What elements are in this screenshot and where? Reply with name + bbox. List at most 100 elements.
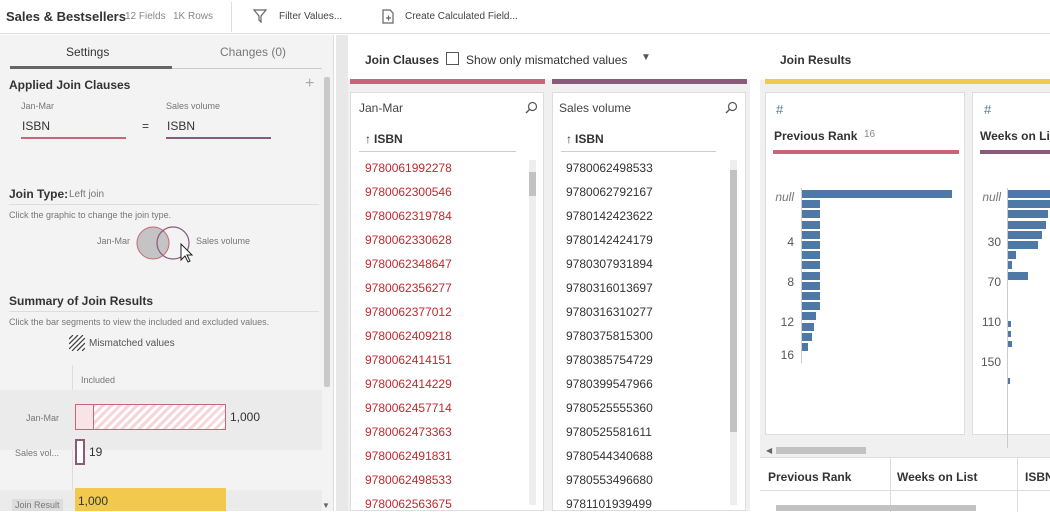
right-column-table: Sales volume bbox=[559, 101, 632, 115]
right-join-field[interactable]: ISBN bbox=[167, 119, 195, 133]
right-value-item[interactable]: 9780316013697 bbox=[566, 281, 653, 295]
histogram-bar[interactable] bbox=[1008, 210, 1048, 219]
right-value-item[interactable]: 9780525581611 bbox=[566, 425, 652, 439]
scroll-down-icon[interactable]: ▼ bbox=[322, 501, 330, 510]
profile-horizontal-scrollbar[interactable] bbox=[776, 447, 866, 454]
left-value-item[interactable]: 9780062414229 bbox=[365, 377, 452, 391]
left-value-item[interactable]: 9780062319784 bbox=[365, 209, 452, 223]
settings-scrollbar[interactable] bbox=[324, 77, 330, 387]
left-value-item[interactable]: 9780062491831 bbox=[365, 449, 452, 463]
number-type-icon[interactable]: # bbox=[984, 102, 991, 117]
left-value-item[interactable]: 9780062457714 bbox=[365, 401, 452, 415]
search-icon[interactable] bbox=[525, 101, 538, 114]
histogram-bar[interactable] bbox=[802, 241, 820, 249]
add-clause-icon[interactable]: + bbox=[305, 75, 314, 93]
right-field-underline bbox=[166, 137, 271, 139]
create-calculated-field-button[interactable]: Create Calculated Field... bbox=[405, 11, 518, 22]
sales-volume-bar[interactable] bbox=[75, 439, 85, 465]
search-icon[interactable] bbox=[725, 101, 738, 114]
histogram-bar[interactable] bbox=[802, 322, 814, 331]
histogram-bar[interactable] bbox=[802, 292, 820, 300]
histogram-bar[interactable] bbox=[1008, 200, 1050, 209]
right-column-scrollbar[interactable] bbox=[730, 160, 737, 505]
mismatched-checkbox-label[interactable]: Show only mismatched values bbox=[466, 53, 627, 67]
grid-horizontal-scrollbar[interactable] bbox=[776, 505, 976, 511]
histogram-bar[interactable] bbox=[1008, 341, 1012, 347]
histogram-bar[interactable] bbox=[1008, 321, 1011, 327]
left-column-table: Jan-Mar bbox=[359, 101, 404, 115]
right-value-item[interactable]: 9781101939499 bbox=[566, 497, 652, 511]
histogram-bar[interactable] bbox=[1008, 230, 1042, 239]
axis-tick: 16 bbox=[780, 348, 794, 362]
sort-ascending-icon[interactable]: ↑ bbox=[566, 132, 572, 146]
grid-header[interactable]: ISBN bbox=[1025, 470, 1050, 484]
left-column-scrollbar[interactable] bbox=[529, 160, 536, 505]
histogram-bar[interactable] bbox=[802, 332, 812, 341]
jan-mar-bar[interactable] bbox=[75, 404, 226, 430]
left-value-item[interactable]: 9780061992278 bbox=[365, 161, 452, 175]
axis-tick: 4 bbox=[787, 235, 794, 249]
histogram-bar[interactable] bbox=[1008, 378, 1010, 384]
jan-mar-included-segment[interactable] bbox=[76, 405, 94, 429]
left-value-item[interactable]: 9780062414151 bbox=[365, 353, 452, 367]
histogram-bar[interactable] bbox=[802, 230, 820, 239]
right-value-item[interactable]: 9780062792167 bbox=[566, 185, 653, 199]
tab-changes[interactable]: Changes (0) bbox=[220, 45, 286, 59]
left-value-item[interactable]: 9780062409218 bbox=[365, 329, 452, 343]
left-value-item[interactable]: 9780062356277 bbox=[365, 281, 452, 295]
grid-header[interactable]: Previous Rank bbox=[768, 470, 851, 484]
right-value-item[interactable]: 9780316310277 bbox=[566, 305, 653, 319]
histogram-bar[interactable] bbox=[802, 210, 820, 219]
histogram-bar[interactable] bbox=[802, 302, 820, 311]
mismatched-checkbox[interactable] bbox=[446, 52, 459, 65]
field-name[interactable]: Previous Rank bbox=[774, 129, 857, 143]
right-value-item[interactable]: 9780142424179 bbox=[566, 233, 653, 247]
left-value-item[interactable]: 9780062348647 bbox=[365, 257, 452, 271]
left-join-field[interactable]: ISBN bbox=[22, 119, 50, 133]
histogram-bar[interactable] bbox=[802, 220, 820, 229]
histogram-bar[interactable] bbox=[1008, 190, 1050, 198]
right-value-item[interactable]: 9780385754729 bbox=[566, 353, 653, 367]
histogram-bar[interactable] bbox=[802, 281, 820, 290]
right-value-item[interactable]: 9780062498533 bbox=[566, 161, 653, 175]
left-value-item[interactable]: 9780062498533 bbox=[365, 473, 452, 487]
join-type-venn-diagram[interactable] bbox=[134, 224, 196, 264]
histogram-bar[interactable] bbox=[802, 200, 820, 209]
right-value-item[interactable]: 9780399547966 bbox=[566, 377, 653, 391]
histogram-bar[interactable] bbox=[1008, 271, 1028, 280]
right-value-item[interactable]: 9780525555360 bbox=[566, 401, 653, 415]
histogram-bar[interactable] bbox=[1008, 220, 1046, 229]
join-operator[interactable]: = bbox=[142, 119, 149, 133]
right-value-item[interactable]: 9780307931894 bbox=[566, 257, 653, 271]
profile-card-previous-rank[interactable]: # Previous Rank 16 null 4 8 12 16 bbox=[765, 92, 965, 435]
right-value-item[interactable]: 9780142423622 bbox=[566, 209, 653, 223]
left-value-item[interactable]: 9780062473363 bbox=[365, 425, 452, 439]
left-value-item[interactable]: 9780062563675 bbox=[365, 497, 452, 511]
histogram-bar[interactable] bbox=[802, 190, 952, 198]
right-value-item[interactable]: 9780553496680 bbox=[566, 473, 653, 487]
chevron-down-icon[interactable]: ▼ bbox=[641, 52, 651, 63]
tab-settings[interactable]: Settings bbox=[66, 45, 109, 59]
histogram-bar[interactable] bbox=[802, 271, 820, 280]
left-value-item[interactable]: 9780062377012 bbox=[365, 305, 452, 319]
grid-header[interactable]: Weeks on List bbox=[897, 470, 977, 484]
histogram-bar[interactable] bbox=[802, 312, 816, 321]
histogram-bar[interactable] bbox=[1008, 241, 1038, 249]
sort-ascending-icon[interactable]: ↑ bbox=[365, 132, 371, 146]
right-value-item[interactable]: 9780544340688 bbox=[566, 449, 653, 463]
left-value-item[interactable]: 9780062300546 bbox=[365, 185, 452, 199]
row-count: 1K Rows bbox=[173, 11, 214, 22]
profile-card-weeks-on-list[interactable]: # Weeks on List null 30 70 110 150 bbox=[972, 92, 1050, 448]
histogram-bar[interactable] bbox=[1008, 261, 1012, 270]
number-type-icon[interactable]: # bbox=[776, 102, 783, 117]
histogram-bar[interactable] bbox=[802, 343, 808, 351]
left-value-item[interactable]: 9780062330628 bbox=[365, 233, 452, 247]
filter-values-button[interactable]: Filter Values... bbox=[279, 11, 342, 22]
scroll-left-icon[interactable]: ◀ bbox=[766, 446, 772, 455]
histogram-bar[interactable] bbox=[802, 261, 820, 270]
histogram-bar[interactable] bbox=[802, 251, 820, 260]
field-name[interactable]: Weeks on List bbox=[980, 129, 1050, 143]
histogram-bar[interactable] bbox=[1008, 331, 1011, 337]
histogram-bar[interactable] bbox=[1008, 251, 1016, 260]
right-value-item[interactable]: 9780375815300 bbox=[566, 329, 653, 343]
